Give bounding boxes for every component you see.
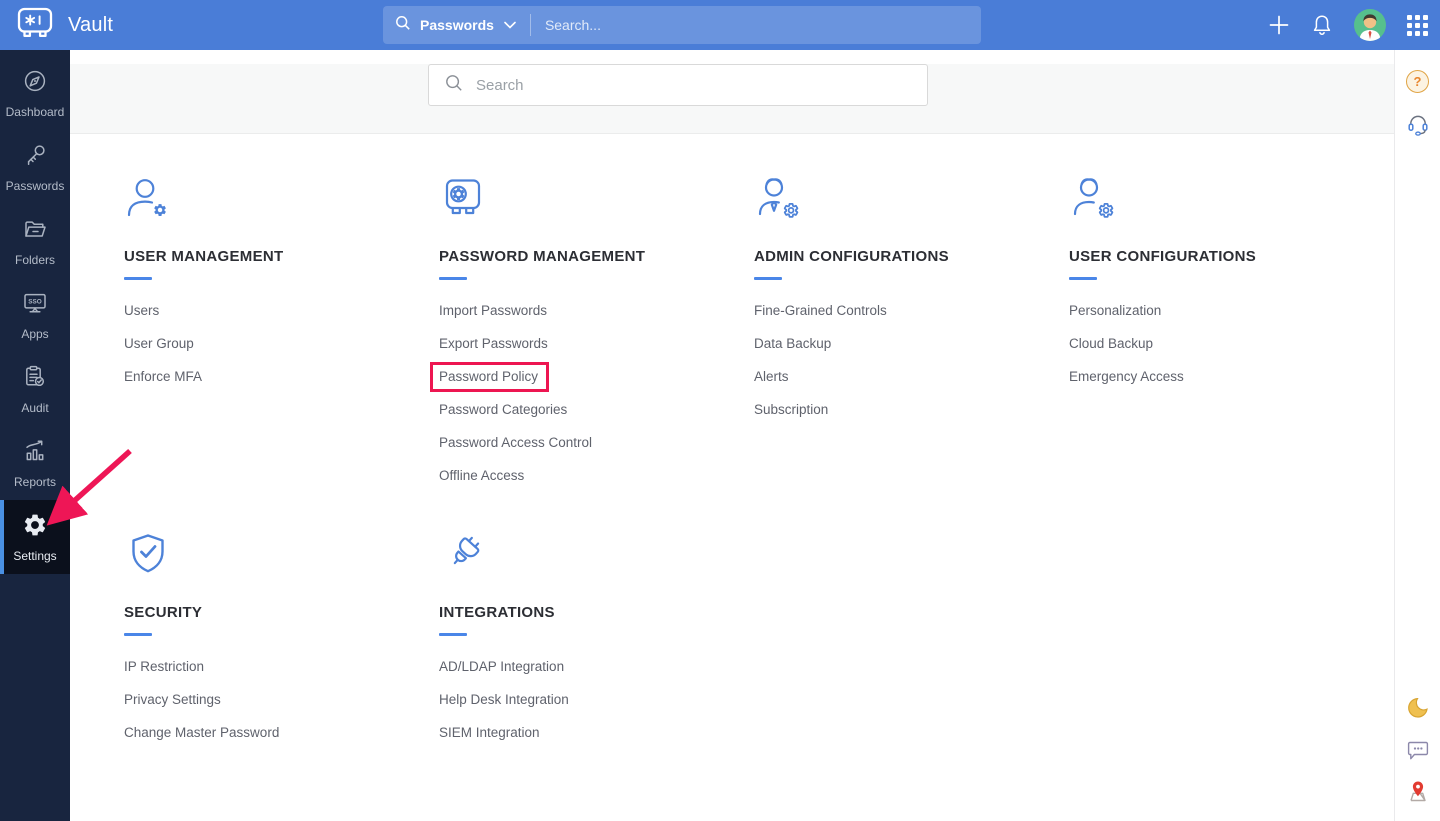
sidebar-item-audit[interactable]: Audit bbox=[0, 352, 70, 426]
section-user-configurations: USER CONFIGURATIONS Personalization Clou… bbox=[1069, 174, 1384, 500]
section-password-management: PASSWORD MANAGEMENT Import Passwords Exp… bbox=[439, 174, 754, 500]
global-search-input[interactable] bbox=[531, 17, 969, 33]
title-underline bbox=[439, 633, 467, 636]
section-title: INTEGRATIONS bbox=[439, 604, 754, 622]
bar-chart-icon bbox=[22, 438, 48, 469]
user-avatar[interactable] bbox=[1354, 9, 1386, 41]
add-icon[interactable] bbox=[1268, 14, 1290, 36]
sidebar-item-settings[interactable]: Settings bbox=[0, 500, 70, 574]
search-icon bbox=[445, 74, 463, 97]
settings-search-band bbox=[70, 64, 1394, 134]
plug-icon bbox=[439, 530, 754, 578]
location-pin-icon[interactable] bbox=[1406, 779, 1430, 803]
right-rail: ? bbox=[1394, 50, 1440, 821]
title-underline bbox=[439, 277, 467, 280]
gear-icon bbox=[22, 512, 48, 543]
admin-gear-icon bbox=[754, 174, 1069, 222]
link-change-master-password[interactable]: Change Master Password bbox=[124, 725, 279, 740]
link-personalization[interactable]: Personalization bbox=[1069, 303, 1161, 318]
vault-logo-icon[interactable] bbox=[17, 7, 53, 43]
title-underline bbox=[124, 633, 152, 636]
topbar-actions bbox=[1268, 0, 1428, 50]
link-password-access-control[interactable]: Password Access Control bbox=[439, 435, 592, 450]
link-export-passwords[interactable]: Export Passwords bbox=[439, 336, 548, 351]
link-import-passwords[interactable]: Import Passwords bbox=[439, 303, 547, 318]
folder-icon bbox=[22, 216, 48, 247]
main-content: USER MANAGEMENT Users User Group Enforce… bbox=[70, 50, 1394, 821]
help-question-icon[interactable]: ? bbox=[1406, 70, 1429, 93]
brand: Vault bbox=[0, 7, 113, 43]
feedback-chat-icon[interactable] bbox=[1406, 738, 1430, 761]
link-offline-access[interactable]: Offline Access bbox=[439, 468, 524, 483]
search-icon bbox=[395, 15, 411, 36]
sidebar-label: Apps bbox=[21, 327, 48, 341]
title-underline bbox=[1069, 277, 1097, 280]
section-title: USER CONFIGURATIONS bbox=[1069, 248, 1384, 266]
link-user-group[interactable]: User Group bbox=[124, 336, 194, 351]
title-underline bbox=[124, 277, 152, 280]
shield-check-icon bbox=[124, 530, 439, 578]
svg-text:SSO: SSO bbox=[28, 298, 42, 305]
link-alerts[interactable]: Alerts bbox=[754, 369, 789, 384]
section-user-management: USER MANAGEMENT Users User Group Enforce… bbox=[124, 174, 439, 500]
title-underline bbox=[754, 277, 782, 280]
link-emergency-access[interactable]: Emergency Access bbox=[1069, 369, 1184, 384]
sidebar: Dashboard Passwords bbox=[0, 50, 70, 821]
topbar: Vault Passwords bbox=[0, 0, 1440, 50]
settings-search-input[interactable] bbox=[463, 77, 927, 94]
section-title: PASSWORD MANAGEMENT bbox=[439, 248, 754, 266]
sidebar-label: Audit bbox=[21, 401, 48, 415]
sidebar-label: Settings bbox=[13, 549, 56, 563]
sidebar-label: Passwords bbox=[6, 179, 65, 193]
user-gear-icon bbox=[124, 174, 439, 222]
apps-grid-icon[interactable] bbox=[1407, 15, 1428, 36]
dashboard-compass-icon bbox=[22, 68, 48, 99]
section-title: ADMIN CONFIGURATIONS bbox=[754, 248, 1069, 266]
night-mode-moon-icon[interactable] bbox=[1406, 696, 1430, 720]
sidebar-item-passwords[interactable]: Passwords bbox=[0, 130, 70, 204]
sidebar-item-dashboard[interactable]: Dashboard bbox=[0, 56, 70, 130]
chevron-down-icon[interactable] bbox=[504, 16, 516, 34]
section-title: USER MANAGEMENT bbox=[124, 248, 439, 266]
link-subscription[interactable]: Subscription bbox=[754, 402, 828, 417]
sidebar-item-apps[interactable]: SSO Apps bbox=[0, 278, 70, 352]
sidebar-item-reports[interactable]: Reports bbox=[0, 426, 70, 500]
global-search-bar[interactable]: Passwords bbox=[383, 6, 981, 44]
link-password-policy-highlighted[interactable]: Password Policy bbox=[439, 369, 538, 385]
link-password-categories[interactable]: Password Categories bbox=[439, 402, 567, 417]
link-enforce-mfa[interactable]: Enforce MFA bbox=[124, 369, 202, 384]
sidebar-item-folders[interactable]: Folders bbox=[0, 204, 70, 278]
link-users[interactable]: Users bbox=[124, 303, 159, 318]
link-siem-integration[interactable]: SIEM Integration bbox=[439, 725, 540, 740]
section-integrations: INTEGRATIONS AD/LDAP Integration Help De… bbox=[439, 530, 754, 757]
safe-icon bbox=[439, 174, 754, 222]
link-ip-restriction[interactable]: IP Restriction bbox=[124, 659, 204, 674]
vault-settings-page: Vault Passwords bbox=[0, 0, 1440, 821]
link-ad-ldap-integration[interactable]: AD/LDAP Integration bbox=[439, 659, 564, 674]
link-help-desk-integration[interactable]: Help Desk Integration bbox=[439, 692, 569, 707]
link-cloud-backup[interactable]: Cloud Backup bbox=[1069, 336, 1153, 351]
search-scope-label[interactable]: Passwords bbox=[420, 17, 494, 33]
user-config-gear-icon bbox=[1069, 174, 1384, 222]
sidebar-label: Reports bbox=[14, 475, 56, 489]
sidebar-label: Folders bbox=[15, 253, 55, 267]
support-headset-icon[interactable] bbox=[1406, 111, 1430, 136]
section-title: SECURITY bbox=[124, 604, 439, 622]
settings-sections-grid: USER MANAGEMENT Users User Group Enforce… bbox=[70, 134, 1394, 757]
section-admin-configurations: ADMIN CONFIGURATIONS Fine-Grained Contro… bbox=[754, 174, 1069, 500]
app-title: Vault bbox=[68, 14, 113, 37]
link-fine-grained-controls[interactable]: Fine-Grained Controls bbox=[754, 303, 887, 318]
settings-search-box[interactable] bbox=[428, 64, 928, 106]
sso-monitor-icon: SSO bbox=[22, 290, 48, 321]
clipboard-check-icon bbox=[22, 364, 48, 395]
link-data-backup[interactable]: Data Backup bbox=[754, 336, 831, 351]
section-security: SECURITY IP Restriction Privacy Settings… bbox=[124, 530, 439, 757]
key-icon bbox=[22, 142, 48, 173]
sidebar-label: Dashboard bbox=[6, 105, 65, 119]
link-privacy-settings[interactable]: Privacy Settings bbox=[124, 692, 221, 707]
notifications-bell-icon[interactable] bbox=[1311, 13, 1333, 37]
